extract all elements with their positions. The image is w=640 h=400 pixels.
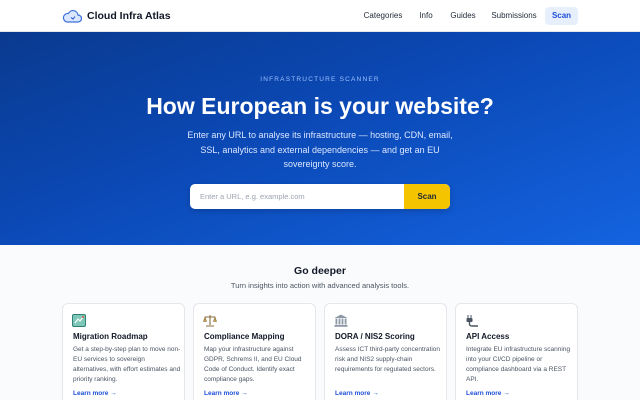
nav-categories[interactable]: Categories [360, 7, 406, 25]
hero-subtitle: Enter any URL to analyse its infrastruct… [187, 130, 453, 169]
card-description: Assess ICT third-party concentration ris… [335, 346, 441, 373]
scales-icon [203, 315, 217, 327]
card-description: Integrate EU infrastructure scanning int… [466, 346, 571, 383]
plug-icon [466, 315, 478, 327]
map-icon [72, 314, 86, 327]
learn-more-link[interactable]: Learn more → [204, 390, 248, 397]
section-subtitle: Turn insights into action with advanced … [230, 281, 410, 290]
card-description: Map your infrastructure against GDPR, Sc… [204, 346, 302, 383]
learn-more-link[interactable]: Learn more → [466, 390, 510, 397]
card-compliance-mapping[interactable]: Compliance Mapping Map your infrastructu… [193, 303, 316, 400]
go-deeper-section: Go deeper Turn insights into action with… [0, 245, 640, 400]
url-search-form: Scan [190, 184, 450, 209]
card-migration-roadmap[interactable]: Migration Roadmap Get a step-by-step pla… [62, 303, 185, 400]
hero-section: INFRASTRUCTURE SCANNER How European is y… [0, 32, 640, 245]
learn-more-link[interactable]: Learn more → [73, 390, 117, 397]
nav-info[interactable]: Info [416, 7, 436, 25]
card-title: Migration Roadmap [73, 332, 148, 341]
url-input[interactable] [190, 184, 404, 209]
scan-button[interactable]: Scan [404, 184, 450, 209]
card-description: Get a step-by-step plan to move non-EU s… [73, 346, 181, 383]
hero-eyebrow: INFRASTRUCTURE SCANNER [260, 76, 380, 83]
hero-title: How European is your website? [146, 93, 494, 119]
nav-submissions[interactable]: Submissions [489, 7, 539, 25]
site-header: Cloud Infra Atlas Categories Info Guides… [0, 0, 640, 32]
card-api-access[interactable]: API Access Integrate EU infrastructure s… [455, 303, 578, 400]
card-dora-nis2-scoring[interactable]: DORA / NIS2 Scoring Assess ICT third-par… [324, 303, 447, 400]
nav-guides[interactable]: Guides [448, 7, 478, 25]
card-title: Compliance Mapping [204, 332, 285, 341]
nav-scan-button[interactable]: Scan [545, 7, 578, 25]
card-title: DORA / NIS2 Scoring [335, 332, 415, 341]
card-title: API Access [466, 332, 510, 341]
main-nav: Categories Info Guides Submissions Scan [0, 7, 640, 25]
learn-more-link[interactable]: Learn more → [335, 390, 379, 397]
section-title: Go deeper [294, 265, 346, 277]
bank-icon [334, 314, 348, 327]
